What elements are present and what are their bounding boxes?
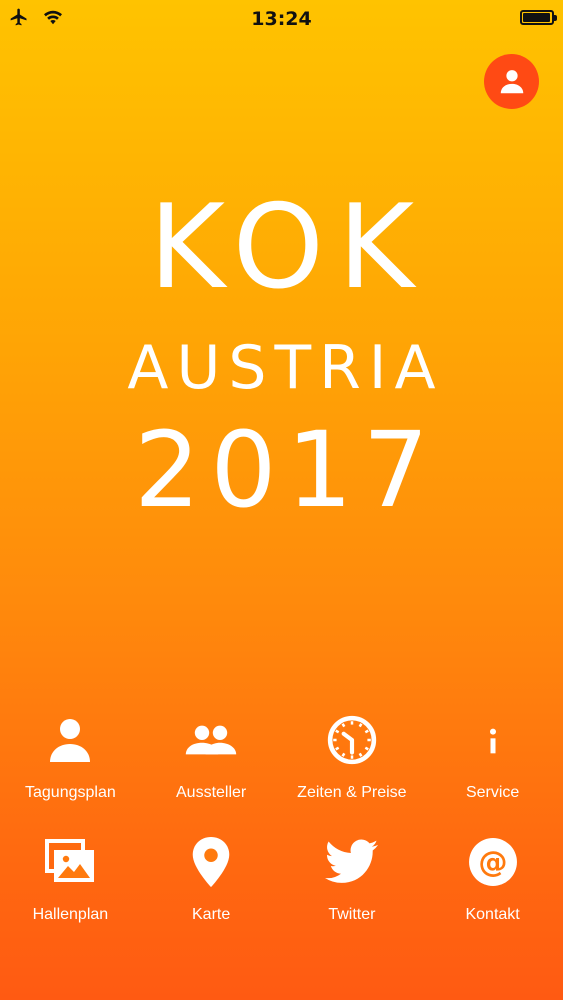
menu-item-aussteller[interactable]: Aussteller — [141, 712, 282, 802]
main-menu: Tagungsplan Aussteller Zeiten & Preise S… — [0, 712, 563, 924]
logo-line-austria: AUSTRIA — [127, 333, 444, 403]
menu-label: Twitter — [328, 906, 376, 923]
logo-line-year: 2017 — [134, 409, 439, 531]
menu-label: Kontakt — [465, 906, 520, 923]
clock-icon — [324, 712, 380, 768]
menu-label: Service — [465, 784, 520, 801]
status-bar: 13:24 — [0, 0, 563, 38]
menu-label: Hallenplan — [32, 906, 109, 923]
images-icon — [42, 834, 98, 890]
status-time: 13:24 — [251, 8, 312, 30]
map-pin-icon — [183, 834, 239, 890]
people-icon — [183, 712, 239, 768]
menu-item-kontakt[interactable]: @ Kontakt — [422, 834, 563, 924]
menu-item-tagungsplan[interactable]: Tagungsplan — [0, 712, 141, 802]
menu-label: Karte — [192, 906, 231, 923]
app-logo: KOK AUSTRIA 2017 — [0, 180, 563, 531]
menu-label: Zeiten & Preise — [297, 784, 407, 801]
at-icon: @ — [465, 834, 521, 890]
menu-item-service[interactable]: Service — [422, 712, 563, 802]
profile-button[interactable] — [484, 54, 539, 109]
menu-label: Aussteller — [176, 784, 247, 801]
svg-text:@: @ — [478, 845, 507, 879]
twitter-icon — [324, 834, 380, 890]
menu-item-hallenplan[interactable]: Hallenplan — [0, 834, 141, 924]
logo-line-kok: KOK — [148, 180, 429, 315]
menu-item-zeiten-preise[interactable]: Zeiten & Preise — [282, 712, 423, 802]
menu-item-twitter[interactable]: Twitter — [282, 834, 423, 924]
battery-icon — [520, 10, 557, 25]
menu-item-karte[interactable]: Karte — [141, 834, 282, 924]
person-icon — [42, 712, 98, 768]
menu-label: Tagungsplan — [25, 784, 116, 801]
user-icon — [500, 69, 523, 93]
info-icon — [465, 712, 521, 768]
